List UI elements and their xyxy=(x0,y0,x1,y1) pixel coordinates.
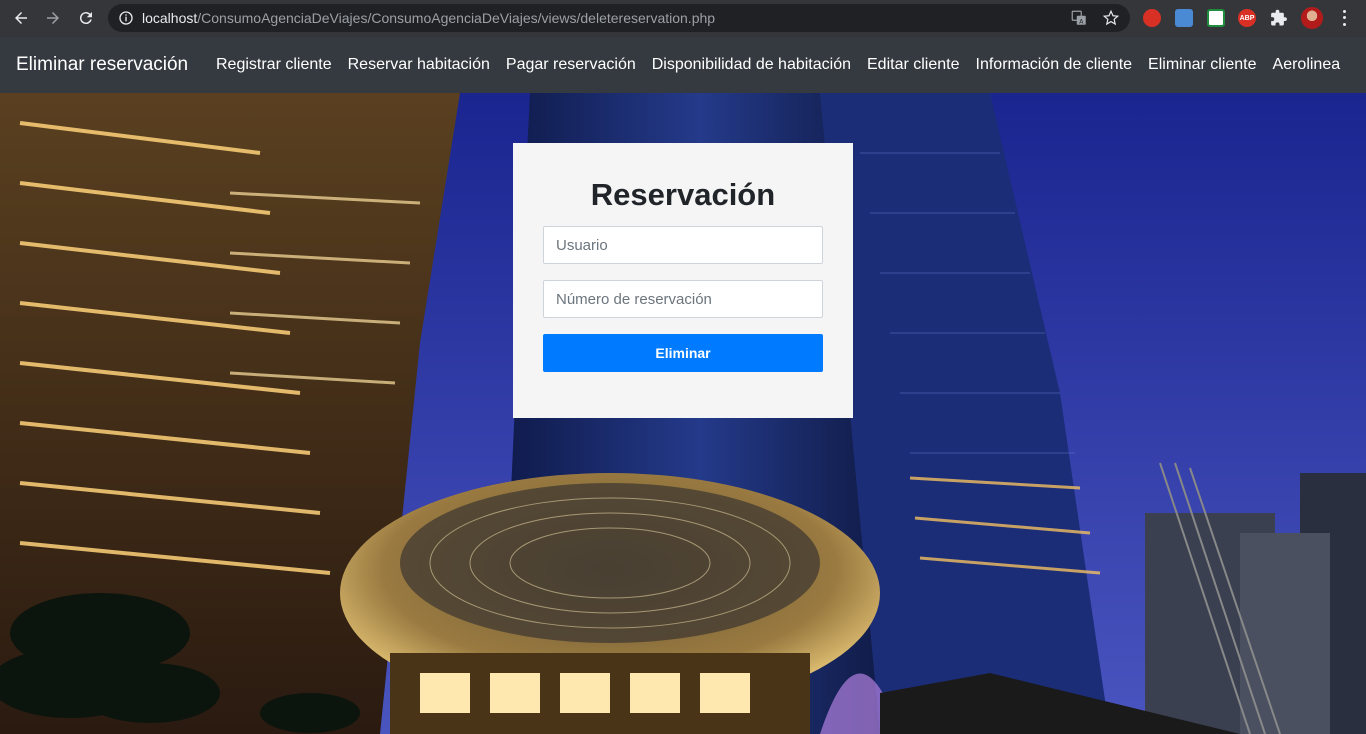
extension-stop-icon[interactable] xyxy=(1143,9,1161,27)
reservation-form-card: Reservación Eliminar xyxy=(513,143,853,418)
nav-link-informacion-cliente[interactable]: Información de cliente xyxy=(968,56,1141,74)
nav-link-aerolinea[interactable]: Aerolinea xyxy=(1265,56,1349,74)
nav-link-pagar-reservacion[interactable]: Pagar reservación xyxy=(498,56,644,74)
info-icon[interactable] xyxy=(118,10,134,26)
extension-screen-icon[interactable] xyxy=(1175,9,1193,27)
nav-link-eliminar-cliente[interactable]: Eliminar cliente xyxy=(1140,56,1264,74)
delete-button[interactable]: Eliminar xyxy=(543,334,823,372)
translate-icon[interactable]: A xyxy=(1070,9,1088,27)
browser-toolbar: localhost/ConsumoAgenciaDeViajes/Consumo… xyxy=(0,0,1366,37)
extensions-icon[interactable] xyxy=(1270,9,1288,27)
extension-sheet-icon[interactable] xyxy=(1207,9,1225,27)
forward-icon[interactable] xyxy=(41,6,65,30)
menu-icon[interactable] xyxy=(1336,8,1352,28)
url-host: localhost xyxy=(142,10,198,26)
nav-link-disponibilidad[interactable]: Disponibilidad de habitación xyxy=(644,56,859,74)
form-title: Reservación xyxy=(590,177,776,212)
navbar-brand[interactable]: Eliminar reservación xyxy=(16,54,188,76)
reservation-number-input[interactable] xyxy=(543,280,823,318)
back-icon[interactable] xyxy=(9,6,33,30)
url-path: /ConsumoAgenciaDeViajes/ConsumoAgenciaDe… xyxy=(197,10,716,26)
nav-link-registrar-cliente[interactable]: Registrar cliente xyxy=(208,56,340,74)
nav-links: Registrar cliente Reservar habitación Pa… xyxy=(208,56,1348,74)
nav-link-editar-cliente[interactable]: Editar cliente xyxy=(859,56,968,74)
user-input[interactable] xyxy=(543,226,823,264)
address-bar[interactable]: localhost/ConsumoAgenciaDeViajes/Consumo… xyxy=(108,4,1130,32)
site-navbar: Eliminar reservación Registrar cliente R… xyxy=(0,37,1366,93)
nav-link-reservar-habitacion[interactable]: Reservar habitación xyxy=(340,56,498,74)
profile-avatar[interactable] xyxy=(1301,7,1323,29)
url-text: localhost/ConsumoAgenciaDeViajes/Consumo… xyxy=(142,10,715,26)
reload-icon[interactable] xyxy=(74,6,98,30)
star-icon[interactable] xyxy=(1102,9,1120,27)
adblock-icon[interactable]: ABP xyxy=(1238,9,1256,27)
